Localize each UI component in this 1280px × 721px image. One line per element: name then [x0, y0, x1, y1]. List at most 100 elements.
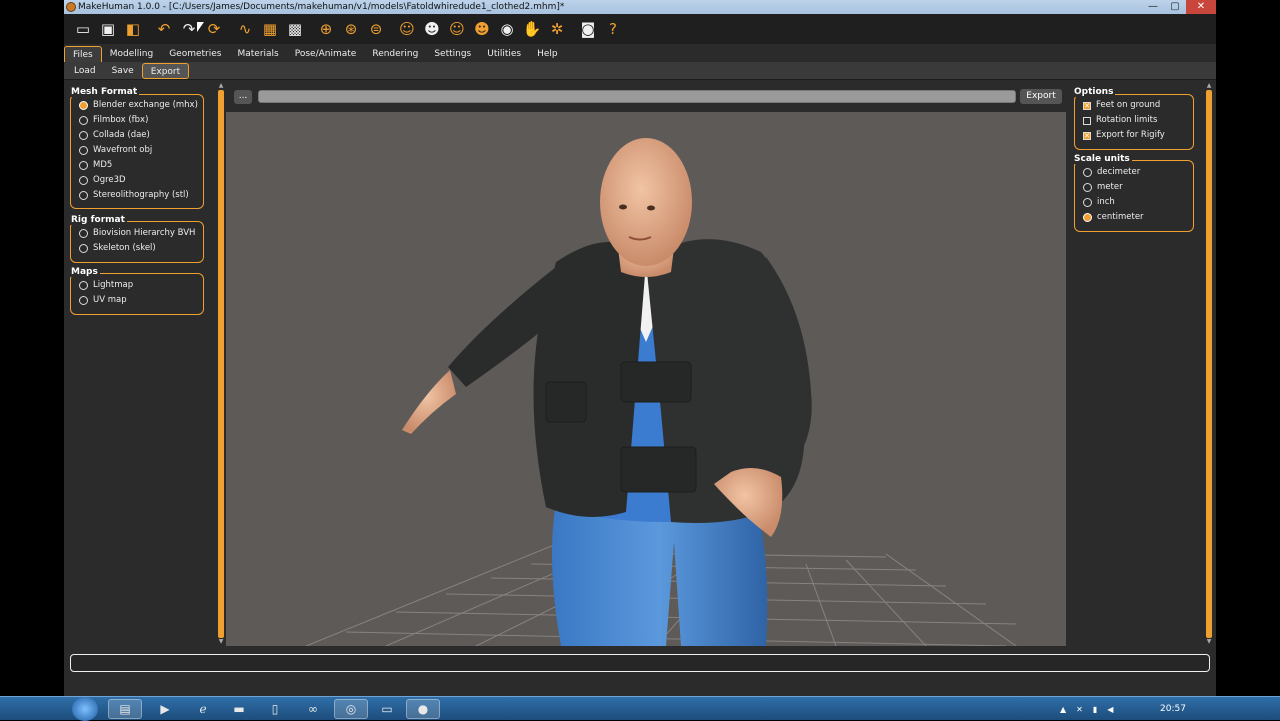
radio-uvmap[interactable]: UV map [79, 293, 127, 308]
network-icon[interactable]: ✕ [1076, 705, 1083, 714]
radio-lightmap[interactable]: Lightmap [79, 278, 133, 293]
radio-indicator[interactable] [79, 296, 88, 305]
start-button[interactable] [72, 697, 98, 721]
checkbox-indicator[interactable]: ✕ [1083, 101, 1091, 110]
radio-centimeter[interactable]: centimeter [1083, 210, 1144, 225]
head-side-icon[interactable]: ☻ [421, 18, 443, 40]
radio-indicator[interactable] [79, 161, 88, 170]
close-button[interactable]: ✕ [1186, 0, 1216, 14]
radio-bvh[interactable]: Biovision Hierarchy BVH [79, 226, 195, 241]
volume-icon[interactable]: ◀ [1107, 705, 1113, 714]
maps-title: Maps [69, 267, 100, 277]
infinity-taskbar-icon[interactable]: ∞ [296, 699, 330, 719]
3d-viewport[interactable] [226, 112, 1066, 646]
radio-meter[interactable]: meter [1083, 180, 1123, 195]
wireframe-icon[interactable]: ▦ [259, 18, 281, 40]
skeleton-icon[interactable]: ✲ [546, 18, 568, 40]
explorer-taskbar-icon[interactable]: ▤ [108, 699, 142, 719]
subtab-export[interactable]: Export [141, 62, 190, 79]
radio-indicator[interactable] [79, 101, 88, 110]
export-button[interactable]: Export [1020, 89, 1062, 104]
tab-modelling[interactable]: Modelling [102, 46, 161, 62]
sub-tabs: Load Save Export [64, 62, 1216, 80]
tab-settings[interactable]: Settings [426, 46, 479, 62]
media-player-taskbar-icon[interactable]: ▶ [148, 699, 182, 719]
head-icon[interactable]: ☺ [396, 18, 418, 40]
radio-indicator[interactable] [1083, 213, 1092, 222]
smooth-icon[interactable]: ∿ [234, 18, 256, 40]
head-back-icon[interactable]: ☺ [446, 18, 468, 40]
radio-indicator[interactable] [1083, 183, 1092, 192]
ie-taskbar-icon[interactable]: ℯ [186, 699, 220, 719]
radio-inch[interactable]: inch [1083, 195, 1115, 210]
radio-indicator[interactable] [1083, 198, 1092, 207]
radio-indicator[interactable] [79, 229, 88, 238]
side-view-icon[interactable]: ⊛ [340, 18, 362, 40]
checkbox-rotation-limits[interactable]: Rotation limits [1083, 113, 1157, 128]
tab-help[interactable]: Help [529, 46, 566, 62]
radio-indicator[interactable] [79, 146, 88, 155]
tray-expand-icon[interactable]: ▲ [1060, 705, 1066, 714]
radio-fbx[interactable]: Filmbox (fbx) [79, 113, 148, 128]
tab-pose-animate[interactable]: Pose/Animate [287, 46, 365, 62]
clock[interactable]: 20:57 [1160, 697, 1186, 721]
subtab-save[interactable]: Save [104, 63, 142, 79]
scroll-up-right-icon[interactable]: ▲ [1205, 83, 1213, 89]
signal-icon[interactable]: ▮ [1093, 705, 1097, 714]
screenshot-icon[interactable]: ◙ [577, 18, 599, 40]
radio-indicator[interactable] [79, 116, 88, 125]
window-title: MakeHuman 1.0.0 - [C:/Users/James/Docume… [78, 2, 565, 12]
radio-mhx[interactable]: Blender exchange (mhx) [79, 98, 198, 113]
radio-md5[interactable]: MD5 [79, 158, 112, 173]
radio-stl[interactable]: Stereolithography (stl) [79, 188, 189, 203]
checkbox-indicator[interactable]: ✕ [1083, 131, 1091, 140]
title-bar[interactable]: MakeHuman 1.0.0 - [C:/Users/James/Docume… [64, 0, 1216, 14]
top-view-icon[interactable]: ⊜ [365, 18, 387, 40]
maximize-button[interactable]: ▢ [1164, 0, 1186, 14]
makehuman-taskbar-icon[interactable]: ● [406, 699, 440, 719]
hair-icon[interactable]: ◉ [496, 18, 518, 40]
right-scrollbar[interactable] [1206, 90, 1212, 638]
reset-icon[interactable]: ⟳ [203, 18, 225, 40]
head-top-icon[interactable]: ☻ [471, 18, 493, 40]
mouse-cursor-icon [197, 22, 204, 32]
radio-indicator[interactable] [79, 244, 88, 253]
chrome-taskbar-icon[interactable]: ◎ [334, 699, 368, 719]
radio-indicator[interactable] [79, 191, 88, 200]
checkbox-feet-on-ground[interactable]: ✕ Feet on ground [1083, 98, 1160, 113]
options-title: Options [1072, 87, 1116, 97]
hands-icon[interactable]: ✋ [521, 18, 543, 40]
menu-tabs: Files Modelling Geometries Materials Pos… [64, 44, 1216, 62]
file-icon[interactable]: ▭ [72, 18, 94, 40]
tab-utilities[interactable]: Utilities [479, 46, 529, 62]
subtab-load[interactable]: Load [66, 63, 104, 79]
radio-obj[interactable]: Wavefront obj [79, 143, 152, 158]
export-path-input[interactable] [258, 90, 1016, 103]
minimize-button[interactable]: — [1142, 0, 1164, 14]
background-icon[interactable]: ▩ [284, 18, 306, 40]
save-icon[interactable]: ▣ [97, 18, 119, 40]
scroll-down-right-icon[interactable]: ▼ [1205, 639, 1213, 645]
tab-geometries[interactable]: Geometries [161, 46, 229, 62]
checkbox-export-for-rigify[interactable]: ✕ Export for Rigify [1083, 128, 1165, 143]
radio-ogre3d[interactable]: Ogre3D [79, 173, 126, 188]
tab-rendering[interactable]: Rendering [364, 46, 426, 62]
cmd-taskbar-icon[interactable]: ▭ [370, 699, 404, 719]
help-icon[interactable]: ? [602, 18, 624, 40]
radio-skel[interactable]: Skeleton (skel) [79, 241, 156, 256]
radio-indicator[interactable] [79, 281, 88, 290]
undo-icon[interactable]: ↶ [153, 18, 175, 40]
browse-button[interactable]: ... [234, 90, 252, 104]
checkbox-indicator[interactable] [1083, 116, 1091, 125]
export-icon[interactable]: ◧ [122, 18, 144, 40]
radio-indicator[interactable] [1083, 168, 1092, 177]
radio-indicator[interactable] [79, 176, 88, 185]
radio-decimeter[interactable]: decimeter [1083, 165, 1140, 180]
front-view-icon[interactable]: ⊕ [315, 18, 337, 40]
radio-indicator[interactable] [79, 131, 88, 140]
radio-dae[interactable]: Collada (dae) [79, 128, 150, 143]
notepad-taskbar-icon[interactable]: ▯ [258, 699, 292, 719]
tab-materials[interactable]: Materials [229, 46, 286, 62]
tab-files[interactable]: Files [64, 46, 102, 62]
folder-taskbar-icon[interactable]: ▬ [222, 699, 256, 719]
